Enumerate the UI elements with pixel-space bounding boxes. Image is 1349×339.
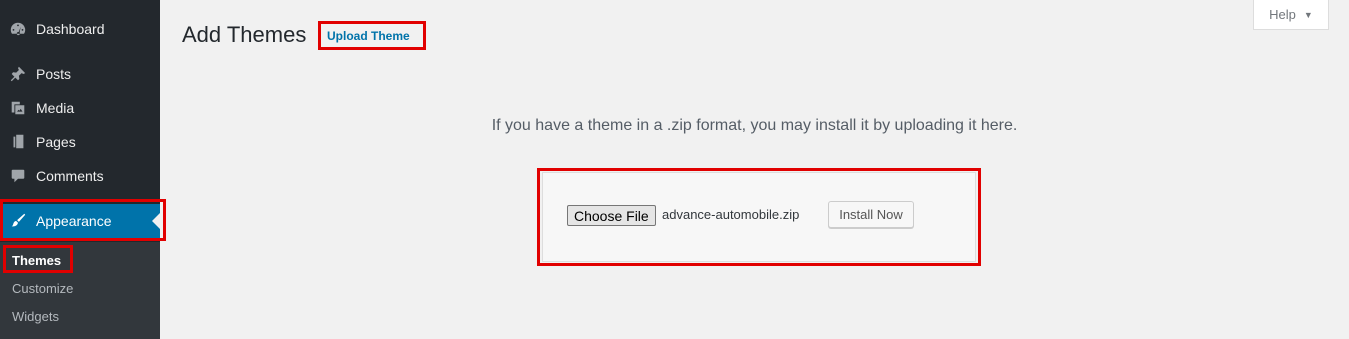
page-title: Add Themes [182,22,307,47]
sidebar-item-comments[interactable]: Comments [0,159,160,193]
submenu-item-customize[interactable]: Customize [12,281,73,296]
sidebar-item-label: Dashboard [36,21,105,37]
comment-icon [8,166,28,186]
sidebar-item-label: Appearance [36,213,112,229]
sidebar-item-posts[interactable]: Posts [0,57,160,91]
sidebar-item-appearance[interactable]: Appearance [0,204,160,238]
sidebar-item-label: Posts [36,66,72,82]
sidebar-item-dashboard[interactable]: Dashboard [0,12,160,46]
caret-down-icon: ▼ [1303,9,1313,20]
upload-theme-button[interactable]: Upload Theme [323,26,414,46]
pages-icon [8,132,28,152]
pushpin-icon [8,64,28,84]
sidebar-item-media[interactable]: Media [0,91,160,125]
submenu-item-themes[interactable]: Themes [12,253,61,268]
install-now-button[interactable]: Install Now [828,201,914,228]
submenu-item-widgets[interactable]: Widgets [12,309,59,324]
help-tab-button[interactable]: Help ▼ [1253,0,1329,30]
sidebar-item-pages[interactable]: Pages [0,125,160,159]
appearance-submenu: Themes Customize Widgets [0,242,160,339]
sidebar-item-label: Media [36,100,75,116]
sidebar-item-label: Comments [36,168,104,184]
media-icon [8,98,28,118]
dashboard-icon [8,19,28,39]
paintbrush-icon [8,211,28,231]
sidebar-item-label: Pages [36,134,76,150]
help-label: Help [1269,7,1296,22]
selected-file-name: advance-automobile.zip [662,207,800,222]
admin-sidebar: Dashboard Posts Media Pages Comments App… [0,0,160,339]
active-menu-arrow [152,213,160,229]
choose-file-button[interactable]: Choose File [567,205,656,226]
upload-instructions: If you have a theme in a .zip format, yo… [491,117,1018,134]
